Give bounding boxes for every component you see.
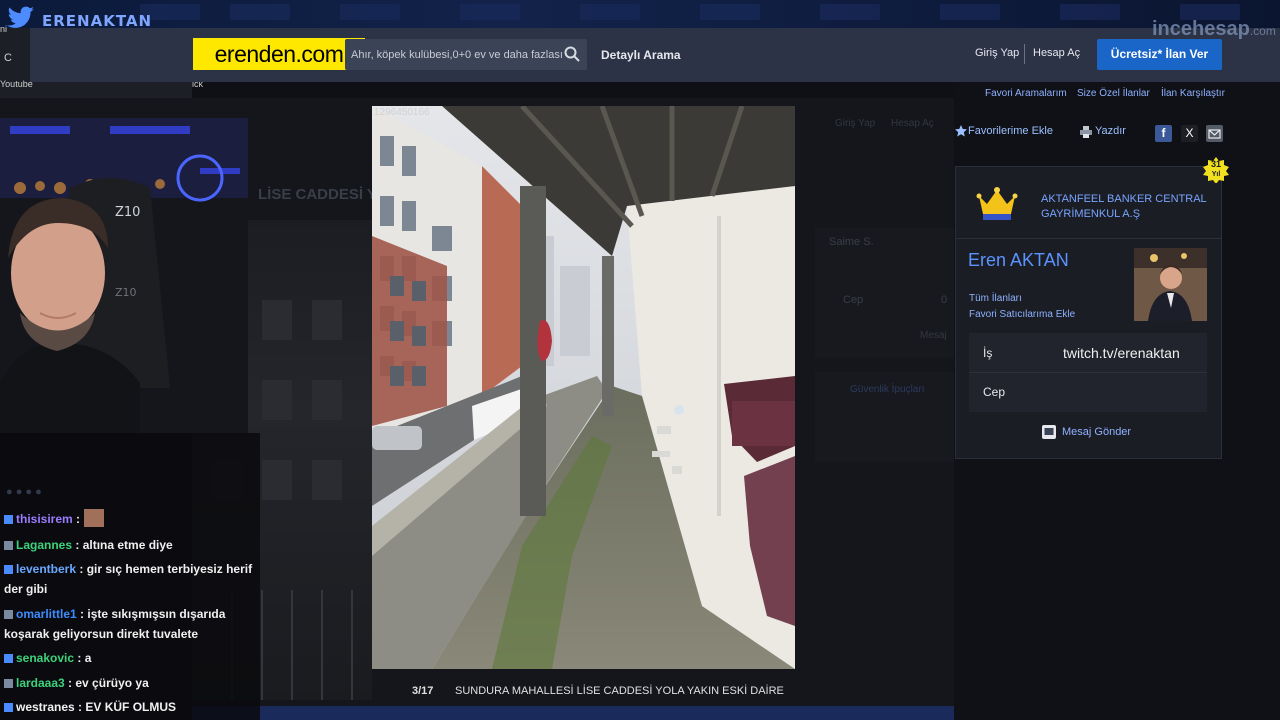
facebook-share-icon[interactable]: f — [1155, 125, 1172, 142]
ghost-seller-name: Saime S. — [829, 236, 874, 248]
membership-years-text: 31 Yıl — [1203, 160, 1229, 179]
chat-text: : — [76, 512, 81, 526]
compare-ads-link[interactable]: İlan Karşılaştır — [1161, 88, 1225, 99]
agency-name[interactable]: AKTANFEEL BANKER CENTRAL GAYRİMENKUL A.Ş — [1041, 192, 1216, 222]
stream-overlay-banner — [0, 0, 1280, 28]
search-input[interactable] — [351, 39, 563, 70]
chat-username[interactable]: westranes — [16, 700, 78, 714]
saved-searches-link[interactable]: Favori Aramalarım — [985, 88, 1067, 99]
ghost-cell-label: Cep — [843, 294, 864, 306]
stream-overlay-bottom — [192, 706, 954, 720]
chat-username[interactable]: lardaaa3 — [16, 676, 68, 690]
reload-icon[interactable]: C — [4, 52, 12, 64]
ghost-register: Hesap Aç — [891, 118, 934, 129]
advanced-search-link[interactable]: Detaylı Arama — [601, 48, 681, 62]
chat-badge-icon — [4, 703, 13, 712]
chat-text: : altına etme diye — [75, 538, 173, 552]
contact-divider — [969, 372, 1207, 373]
ghost-cell-value: 0 — [941, 294, 948, 306]
chat-faded-line: ● ● ● ● — [6, 486, 42, 498]
chat-emote-icon — [84, 509, 105, 527]
search-icon[interactable] — [564, 46, 580, 62]
membership-years-unit: Yıl — [1211, 171, 1221, 178]
chat-badge-icon — [4, 515, 13, 524]
post-free-ad-button[interactable]: Ücretsiz* İlan Ver — [1097, 39, 1222, 70]
svg-text:Z10: Z10 — [115, 286, 137, 299]
register-link[interactable]: Hesap Aç — [1033, 47, 1080, 59]
listing-photo[interactable] — [372, 106, 795, 669]
ghost-message: Mesaj — [920, 330, 947, 341]
photo-counter: 3/17 — [412, 685, 434, 697]
chat-message: leventberk : gir sıç hemen terbiyesiz he… — [4, 559, 260, 599]
chat-badge-icon — [4, 541, 13, 550]
membership-years: 31 — [1210, 159, 1221, 169]
print-link[interactable]: Yazdır — [1095, 125, 1126, 137]
site-logo[interactable]: erenden.com — [193, 38, 365, 70]
streamer-webcam: Z10 Z10 — [0, 98, 248, 433]
chat-badge-icon — [4, 654, 13, 663]
ghost-login: Giriş Yap — [835, 118, 876, 129]
login-link[interactable]: Giriş Yap — [975, 47, 1019, 59]
chat-message: omarlittle1 : işte sıkışmışsın dışarıda … — [4, 604, 260, 644]
bookmark-youtube[interactable]: Youtube — [0, 79, 33, 89]
browser-tab-fragment[interactable]: ni — [0, 24, 7, 34]
send-message-link[interactable]: Mesaj Gönder — [1062, 426, 1131, 438]
favorite-seller-link[interactable]: Favori Satıcılarıma Ekle — [969, 309, 1075, 320]
chat-message: thisisirem : — [4, 509, 260, 529]
crown-icon — [976, 187, 1018, 220]
photo-id-label: 1296450166 — [374, 107, 430, 118]
ghost-safety-title: Güvenlik İpuçları — [850, 384, 925, 395]
search-box — [345, 39, 587, 70]
chat-message: Lagannes : altına etme diye — [4, 535, 260, 555]
email-share-icon[interactable] — [1206, 125, 1223, 142]
chat-text: : EV KÜF OLMUS — [78, 700, 177, 714]
photo-caption: SUNDURA MAHALLESİ LİSE CADDESİ YOLA YAKI… — [455, 685, 784, 697]
sponsor-watermark-tld: .com — [1249, 24, 1276, 38]
chat-message: senakovic : a — [4, 648, 260, 668]
recommended-ads-link[interactable]: Size Özel İlanlar — [1077, 88, 1150, 99]
star-icon[interactable] — [954, 124, 968, 138]
chat-message: lardaaa3 : ev çürüyo ya — [4, 673, 260, 693]
chat-username[interactable]: senakovic — [16, 651, 77, 665]
sponsor-watermark: incehesap.com — [1152, 18, 1276, 41]
work-phone-value: twitch.tv/erenaktan — [1063, 345, 1180, 361]
sponsor-watermark-brand: incehesap — [1152, 18, 1250, 40]
seller-avatar[interactable] — [1134, 248, 1207, 321]
chat-username[interactable]: thisisirem — [16, 512, 76, 526]
chat-text: : a — [77, 651, 92, 665]
message-icon[interactable] — [1042, 425, 1056, 439]
all-ads-link[interactable]: Tüm İlanları — [969, 293, 1022, 304]
cell-phone-label: Cep — [983, 385, 1006, 399]
twitter-bird-icon — [7, 6, 34, 28]
svg-text:Z10: Z10 — [115, 205, 140, 220]
seller-name[interactable]: Eren AKTAN — [968, 250, 1069, 271]
chat-username[interactable]: Lagannes — [16, 538, 75, 552]
chat-badge-icon — [4, 610, 13, 619]
work-phone-label: İş — [983, 346, 993, 360]
chat-badge-icon — [4, 679, 13, 688]
header-divider — [1024, 44, 1025, 64]
chat-message: westranes : EV KÜF OLMUS — [4, 697, 260, 717]
chat-text: : ev çürüyo ya — [68, 676, 149, 690]
add-to-favorites-link[interactable]: Favorilerime Ekle — [968, 125, 1053, 137]
seller-divider — [956, 238, 1221, 239]
printer-icon[interactable] — [1080, 126, 1092, 138]
chat-username[interactable]: leventberk — [16, 562, 79, 576]
listing-title-dimmed: LİSE CADDESİ Y — [258, 186, 377, 203]
chat-username[interactable]: omarlittle1 — [16, 607, 80, 621]
x-share-icon[interactable]: X — [1181, 125, 1198, 142]
chat-badge-icon — [4, 565, 13, 574]
